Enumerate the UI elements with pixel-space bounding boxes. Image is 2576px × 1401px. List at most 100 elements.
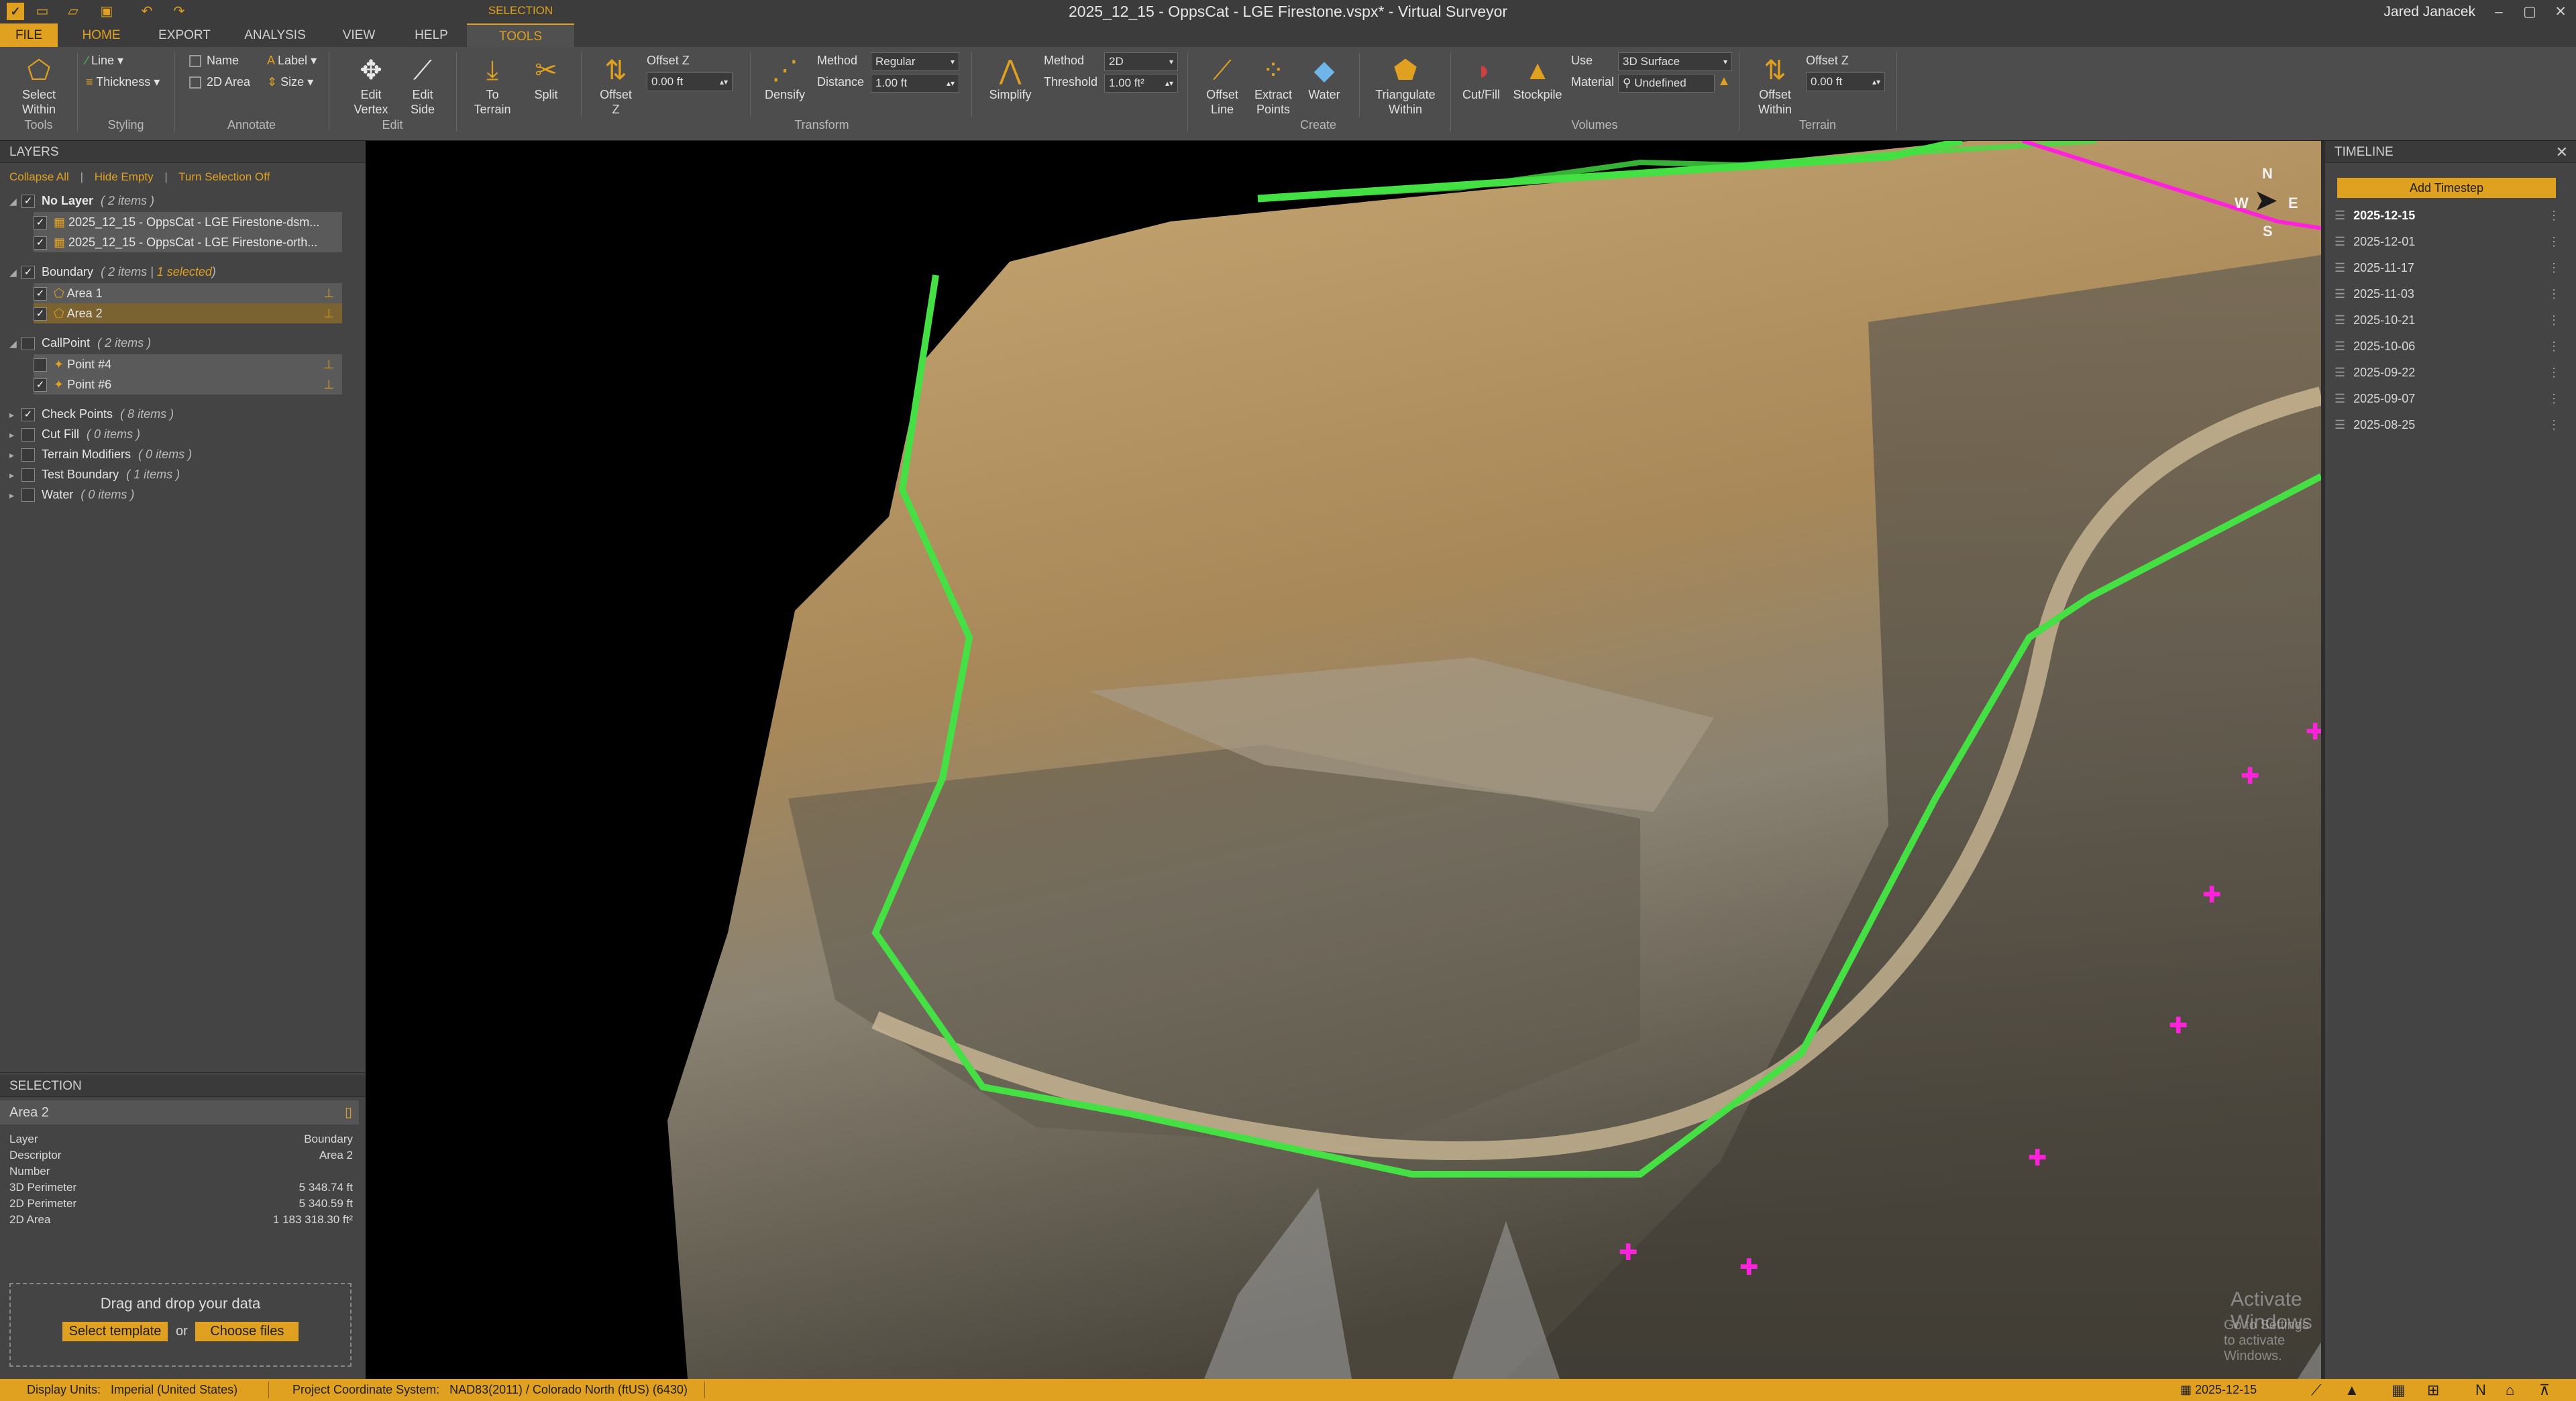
minimize-icon[interactable]: – [2483,0,2514,23]
layer-checkbox[interactable]: ✓ [34,216,47,230]
timeline-row[interactable]: ☰ 2025-12-01 ⋮ [2325,229,2576,255]
thickness-dropdown[interactable]: ≡ Thickness ▾ [86,74,160,90]
more-icon[interactable]: ⋮ [2548,255,2560,281]
timeline-row[interactable]: ☰ 2025-10-21 ⋮ [2325,307,2576,333]
drag-handle-icon[interactable]: ☰ [2325,261,2345,274]
home-icon[interactable]: ⌂ [2506,1379,2514,1401]
drag-handle-icon[interactable]: ☰ [2325,340,2345,353]
layer-checkbox[interactable] [21,428,35,442]
edit-side-button[interactable]: ⟋ Edit Side [396,54,449,117]
layer-checkbox[interactable]: ✓ [21,266,35,280]
layer-group-water[interactable]: ▸ Water ( 0 items ) [9,484,134,505]
terrain-scene[interactable]: ✚ ✚ ✚ ✚ ✚ ✚ ✚ [366,141,2321,1379]
layer-item-ortho[interactable]: ✓ ▦ 2025_12_15 - OppsCat - LGE Firestone-… [34,232,342,252]
layer-group-terrain-modifiers[interactable]: ▸ Terrain Modifiers ( 0 items ) [9,444,192,464]
layer-checkbox[interactable] [34,358,47,372]
more-icon[interactable]: ⋮ [2548,203,2560,229]
timeline-row[interactable]: ☰ 2025-09-22 ⋮ [2325,360,2576,386]
layer-item-area-2[interactable]: ✓ ⬠ Area 2 ⊥ [34,303,342,323]
distance-input[interactable]: 1.00 ft ▴▾ [871,74,959,93]
expand-arrow-icon[interactable]: ▸ [9,445,21,465]
more-icon[interactable]: ⋮ [2548,281,2560,307]
add-timestep-button[interactable]: Add Timestep [2337,178,2556,198]
pin-icon[interactable]: ⊥ [323,374,334,395]
offset-z-input[interactable]: 0.00 ft ▴▾ [647,72,733,91]
material-lock-icon[interactable]: ▲ [1717,74,1733,93]
name-checkbox[interactable]: Name [189,52,239,68]
expand-arrow-icon[interactable]: ◢ [9,262,21,282]
close-icon[interactable]: ✕ [2545,0,2576,23]
more-icon[interactable]: ⋮ [2548,386,2560,412]
drag-handle-icon[interactable]: ☰ [2325,366,2345,379]
profile-icon[interactable]: ⟋ [2311,1379,2321,1401]
layer-checkbox[interactable]: ✓ [34,287,47,301]
more-icon[interactable]: ⋮ [2548,307,2560,333]
more-icon[interactable]: ⋮ [2548,333,2560,360]
layer-checkbox[interactable]: ✓ [34,236,47,250]
offset-z-button[interactable]: ⇅ Offset Z [589,54,643,117]
timeline-row[interactable]: ☰ 2025-12-15 ⋮ [2325,203,2576,229]
compass-icon[interactable]: N E S W ➤ [2231,165,2304,240]
drag-handle-icon[interactable]: ☰ [2325,235,2345,248]
expand-arrow-icon[interactable]: ◢ [9,191,21,211]
more-icon[interactable]: ⋮ [2548,412,2560,438]
view-options-icon[interactable]: ⊼ [2539,1379,2550,1401]
area-2d-checkbox[interactable]: 2D Area [189,74,250,90]
checkpoint-marker[interactable]: ✚ [1739,1254,1759,1281]
north-icon[interactable]: N [2475,1379,2486,1401]
water-button[interactable]: ◆ Water [1297,54,1351,102]
offset-within-button[interactable]: ⇅ Offset Within [1748,54,1802,117]
to-terrain-button[interactable]: ⤓ To Terrain [466,54,519,117]
tab-view[interactable]: VIEW [337,23,381,47]
select-template-button[interactable]: Select template [62,1322,168,1341]
checkpoint-marker[interactable]: ✚ [2241,763,2260,790]
offset-line-button[interactable]: ⟋ Offset Line [1195,54,1249,117]
timeline-row[interactable]: ☰ 2025-10-06 ⋮ [2325,333,2576,360]
expand-arrow-icon[interactable]: ▸ [9,425,21,445]
expand-arrow-icon[interactable]: ▸ [9,485,21,505]
layer-group-check-points[interactable]: ▸ ✓ Check Points ( 8 items ) [9,404,174,424]
edit-vertex-button[interactable]: ✥ Edit Vertex [342,54,400,117]
more-icon[interactable]: ⋮ [2548,229,2560,255]
layer-group-callpoint[interactable]: ◢ CallPoint ( 2 items ) [9,333,151,353]
layer-checkbox[interactable]: ✓ [34,307,47,321]
layer-checkbox[interactable] [21,488,35,503]
choose-files-button[interactable]: Choose files [195,1322,299,1341]
line-dropdown[interactable]: ∕ Line ▾ [86,52,123,68]
measure-icon[interactable]: ⊞ [2427,1379,2439,1401]
layer-checkbox[interactable] [21,337,35,351]
pin-icon[interactable]: ⊥ [323,283,334,303]
timeline-row[interactable]: ☰ 2025-11-17 ⋮ [2325,255,2576,281]
close-icon[interactable]: ✕ [2556,144,2568,161]
more-icon[interactable]: ⋮ [2548,360,2560,386]
drop-zone[interactable]: Drag and drop your data Select template … [9,1283,352,1367]
layer-group-no-layer[interactable]: ◢ ✓ No Layer ( 2 items ) [9,191,154,211]
offset-z3-input[interactable]: 0.00 ft ▴▾ [1806,72,1885,91]
tab-help[interactable]: HELP [411,23,452,47]
pin-icon[interactable]: ⊥ [323,303,334,323]
layer-item-dsm[interactable]: ✓ ▦ 2025_12_15 - OppsCat - LGE Firestone-… [34,212,342,232]
layer-checkbox[interactable] [21,448,35,462]
extract-points-button[interactable]: ⁘ Extract Points [1246,54,1300,117]
timeline-row[interactable]: ☰ 2025-09-07 ⋮ [2325,386,2576,412]
select-within-button[interactable]: ⬠ Select Within [12,54,66,117]
tab-home[interactable]: HOME [75,23,127,47]
layer-group-test-boundary[interactable]: ▸ Test Boundary ( 1 items ) [9,464,180,484]
grid-icon[interactable]: ▦ [2392,1379,2406,1401]
collapse-all-link[interactable]: Collapse All [9,170,69,183]
timeline-row[interactable]: ☰ 2025-08-25 ⋮ [2325,412,2576,438]
tab-file[interactable]: FILE [0,23,58,47]
layer-group-cut-fill[interactable]: ▸ Cut Fill ( 0 items ) [9,424,140,444]
split-button[interactable]: ✂ Split [519,54,573,102]
checkpoint-marker[interactable]: ✚ [2169,1013,2188,1039]
layer-checkbox[interactable]: ✓ [34,378,47,393]
user-name[interactable]: Jared Janacek [2383,0,2475,23]
layer-checkbox[interactable]: ✓ [21,195,35,209]
method-select[interactable]: Regular ▾ [871,52,959,71]
hide-empty-link[interactable]: Hide Empty [95,170,154,183]
use-select[interactable]: 3D Surface ▾ [1618,52,1732,71]
turn-selection-off-link[interactable]: Turn Selection Off [178,170,270,183]
expand-arrow-icon[interactable]: ▸ [9,465,21,485]
label-dropdown[interactable]: A Label ▾ [267,52,317,68]
drag-handle-icon[interactable]: ☰ [2325,287,2345,301]
